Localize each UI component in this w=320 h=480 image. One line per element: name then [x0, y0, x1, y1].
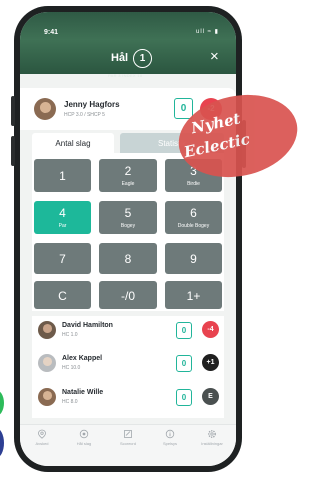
key-5[interactable]: 5 Bogey — [99, 201, 157, 234]
key-number: -/0 — [120, 289, 135, 303]
key-label: Par — [58, 223, 67, 229]
other-players-list: David Hamilton HC 1.0 0 -4 Alex Kappel H… — [32, 316, 224, 418]
key-number: 1+ — [186, 289, 201, 303]
tab-label: Scorecrd — [119, 441, 136, 446]
list-item[interactable]: Natalie Wille HC 8.0 0 E — [32, 384, 224, 414]
tab-label: Spelsys — [162, 441, 177, 446]
score-badge: -4 — [202, 321, 219, 338]
key-no-score[interactable]: -/0 — [99, 281, 157, 309]
key-number: 8 — [124, 252, 132, 266]
key-number: 7 — [59, 252, 66, 266]
tab-label: Inställningar — [201, 441, 223, 446]
tab-label: Hål slag — [76, 441, 92, 446]
key-2[interactable]: 2 Eagle — [99, 159, 157, 192]
score-input[interactable]: 0 — [176, 322, 192, 339]
tab-scorecard[interactable]: Scorecrd — [110, 429, 146, 446]
key-label: Double Bogey — [177, 223, 210, 229]
hole-title: Hål — [111, 52, 129, 64]
status-icons: ull ≈ ▮ — [196, 29, 219, 35]
list-item[interactable]: Alex Kappel HC 10.0 0 +1 — [32, 350, 224, 380]
key-number: 9 — [190, 252, 197, 266]
info-icon — [165, 429, 175, 439]
hole-subtitle: PAR 3 INDEX 18 — [108, 73, 143, 78]
score-badge: E — [202, 388, 219, 405]
decorative-green-shape — [0, 390, 4, 416]
player-hcp: HC 10.0 — [62, 365, 81, 371]
target-icon — [79, 429, 89, 439]
key-8[interactable]: 8 — [99, 243, 157, 274]
list-item[interactable]: David Hamilton HC 1.0 0 -4 — [32, 316, 224, 346]
tab-spelsys[interactable]: Spelsys — [152, 429, 188, 446]
key-label: Eagle — [121, 181, 135, 187]
player-name: Jenny Hagfors — [64, 100, 120, 109]
player-name: David Hamilton — [62, 322, 113, 329]
player-hcp: HCP 3.0 / SHCP 5 — [64, 112, 105, 118]
bottom-tab-bar: Avsked Hål slag Scorecrd Spelsys Inställ… — [20, 424, 236, 466]
app-screen: 9:41 ull ≈ ▮ Hål 1 PAR 3 INDEX 18 × Jenn… — [20, 12, 236, 466]
scorecard-icon — [124, 430, 132, 438]
score-input[interactable]: 0 — [176, 355, 192, 372]
key-ten-plus[interactable]: 1+ — [165, 281, 222, 309]
stroke-keypad: 1 2 Eagle 3 Birdie 4 Par 5 Bogey 6 Doubl… — [32, 153, 224, 311]
tab-installningar[interactable]: Inställningar — [194, 429, 230, 446]
tab-avsked[interactable]: Avsked — [24, 429, 60, 446]
avatar — [38, 354, 56, 372]
score-input[interactable]: 0 — [176, 389, 192, 406]
avatar — [38, 321, 56, 339]
tab-antal-slag[interactable]: Antal slag — [32, 133, 114, 154]
avatar — [38, 388, 56, 406]
hole-header: 9:41 ull ≈ ▮ Hål 1 PAR 3 INDEX 18 × — [20, 12, 236, 78]
player-hcp: HC 1.0 — [62, 332, 78, 338]
volume-up-button — [11, 96, 15, 126]
key-number: 2 — [124, 164, 132, 178]
close-icon[interactable]: × — [210, 49, 219, 64]
key-4[interactable]: 4 Par — [34, 201, 91, 234]
key-7[interactable]: 7 — [34, 243, 91, 274]
decorative-blue-shape — [0, 428, 4, 458]
key-9[interactable]: 9 — [165, 243, 222, 274]
key-1[interactable]: 1 — [34, 159, 91, 192]
avatar — [34, 98, 56, 120]
hole-number[interactable]: 1 — [133, 49, 152, 68]
key-6[interactable]: 6 Double Bogey — [165, 201, 222, 234]
key-number: 1 — [59, 169, 66, 183]
key-clear[interactable]: C — [34, 281, 91, 309]
volume-down-button — [11, 136, 15, 166]
key-number: 4 — [59, 206, 66, 220]
key-number: 6 — [190, 206, 197, 220]
key-label: Birdie — [187, 181, 200, 187]
player-name: Alex Kappel — [62, 355, 103, 362]
key-number: 5 — [124, 206, 132, 220]
tab-hal-slag[interactable]: Hål slag — [66, 429, 102, 446]
gear-icon — [208, 430, 216, 438]
score-badge: +1 — [202, 354, 219, 371]
status-time: 9:41 — [44, 29, 59, 36]
key-number: C — [58, 289, 67, 303]
location-pin-icon — [38, 429, 46, 439]
player-name: Natalie Wille — [62, 389, 104, 396]
key-label: Bogey — [120, 223, 136, 229]
tab-label: Avsked — [35, 441, 49, 446]
player-hcp: HC 8.0 — [62, 399, 78, 405]
